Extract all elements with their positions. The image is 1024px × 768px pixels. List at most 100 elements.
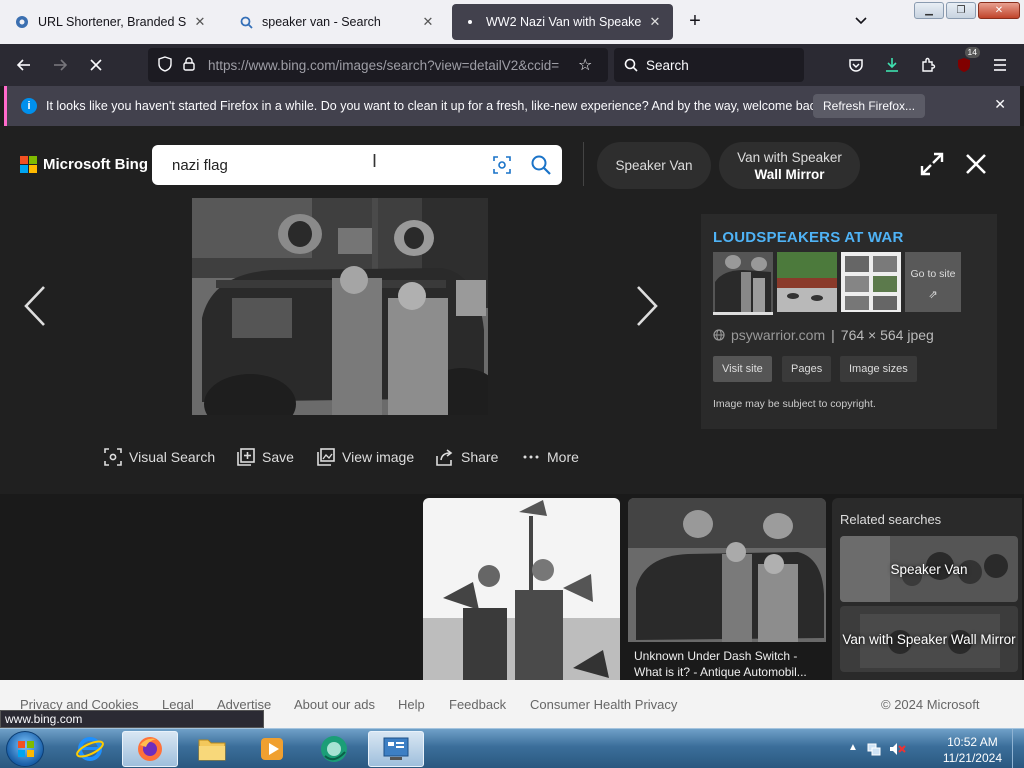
- status-url-tooltip: www.bing.com: [0, 710, 264, 728]
- pocket-icon[interactable]: [844, 53, 868, 77]
- tab-title: URL Shortener, Branded Short L: [38, 15, 186, 29]
- bing-header: Microsoft Bing nazi flag I Speaker Van V…: [0, 126, 1024, 198]
- footer-copyright: © 2024 Microsoft: [881, 697, 980, 712]
- image-dimensions: 764 × 564 jpeg: [840, 327, 934, 343]
- main-image[interactable]: [192, 198, 488, 415]
- explorer-folder-icon[interactable]: [184, 731, 240, 767]
- share-button[interactable]: Share: [436, 448, 498, 466]
- page-title-link[interactable]: LOUDSPEAKERS AT WAR: [713, 229, 903, 246]
- action-label: Visual Search: [129, 449, 216, 465]
- extensions-puzzle-icon[interactable]: [916, 53, 940, 77]
- footer-feedback-link[interactable]: Feedback: [449, 697, 506, 712]
- close-window-button[interactable]: ✕: [978, 2, 1020, 19]
- view-image-button[interactable]: View image: [317, 448, 414, 466]
- visit-site-button[interactable]: Visit site: [713, 356, 772, 382]
- network-icon[interactable]: [866, 741, 882, 757]
- action-label: More: [547, 449, 579, 465]
- search-icon[interactable]: [530, 154, 552, 176]
- search-bar[interactable]: Search: [614, 48, 804, 82]
- control-panel-icon[interactable]: [368, 731, 424, 767]
- pages-button[interactable]: Pages: [782, 356, 832, 382]
- save-button[interactable]: Save: [237, 448, 294, 466]
- source-row: psywarrior.com | 764 × 564 jpeg: [713, 327, 934, 343]
- thumbnail-2[interactable]: [777, 252, 837, 312]
- close-tab-icon[interactable]: ✕: [192, 14, 208, 30]
- search-icon: [238, 14, 254, 30]
- close-tab-icon[interactable]: ✕: [420, 14, 436, 30]
- close-notification-icon[interactable]: ✕: [994, 96, 1006, 113]
- search-bar-placeholder: Search: [646, 57, 689, 73]
- tracking-protection-shield-icon[interactable]: [154, 55, 176, 75]
- stop-loading-button[interactable]: [84, 53, 108, 77]
- next-image-arrow-icon[interactable]: [632, 281, 662, 331]
- bookmark-star-icon[interactable]: ☆: [578, 55, 592, 75]
- ublock-extension-icon[interactable]: 14: [952, 47, 980, 77]
- downloads-icon[interactable]: [880, 53, 904, 77]
- windows-logo-icon: [18, 741, 34, 757]
- more-button[interactable]: More: [522, 448, 579, 466]
- go-to-site-label: Go to site: [910, 268, 956, 280]
- microsoft-logo-icon: [20, 156, 37, 173]
- new-tab-button[interactable]: +: [684, 11, 706, 33]
- external-link-icon: ⇗: [928, 289, 938, 301]
- more-dots-icon: [523, 455, 539, 459]
- visual-search-icon: [104, 448, 122, 466]
- bing-image-detail-page: Microsoft Bing nazi flag I Speaker Van V…: [0, 126, 1024, 728]
- footer-about-ads-link[interactable]: About our ads: [294, 697, 375, 712]
- restore-button[interactable]: ❐: [946, 2, 976, 19]
- search-input[interactable]: nazi flag: [172, 157, 228, 174]
- tab-speaker-van-search[interactable]: speaker van - Search ✕: [228, 4, 446, 40]
- chip-speaker-van[interactable]: Speaker Van: [597, 142, 711, 189]
- bing-logo[interactable]: Microsoft Bing: [20, 156, 148, 173]
- firefox-icon[interactable]: [122, 731, 178, 767]
- close-tab-icon[interactable]: ✕: [647, 14, 663, 30]
- notification-text: It looks like you haven't started Firefo…: [46, 99, 826, 113]
- forward-button[interactable]: [48, 53, 72, 77]
- footer-health-privacy-link[interactable]: Consumer Health Privacy: [530, 697, 677, 712]
- source-site-link[interactable]: psywarrior.com: [731, 327, 825, 343]
- view-image-icon: [317, 448, 335, 466]
- action-label: Share: [461, 449, 499, 465]
- chrome-like-icon[interactable]: [306, 731, 362, 767]
- show-desktop-button[interactable]: [1012, 729, 1024, 768]
- close-viewer-icon[interactable]: [962, 150, 990, 178]
- back-button[interactable]: [12, 53, 36, 77]
- footer-help-link[interactable]: Help: [398, 697, 425, 712]
- address-bar[interactable]: https://www.bing.com/images/search?view=…: [148, 48, 608, 82]
- tab-ww2-nazi-van[interactable]: WW2 Nazi Van with Speaker - Se ✕: [452, 4, 673, 40]
- minimize-button[interactable]: ▁: [914, 2, 944, 19]
- refresh-firefox-button[interactable]: Refresh Firefox...: [813, 94, 926, 118]
- bing-search-box[interactable]: nazi flag I: [152, 145, 562, 185]
- dot-icon: [462, 14, 478, 30]
- related-search-speaker-van[interactable]: Speaker Van: [840, 536, 1018, 602]
- tab-title: WW2 Nazi Van with Speaker - Se: [486, 15, 641, 29]
- thumbnail-3[interactable]: [841, 252, 901, 312]
- tab-url-shortener[interactable]: URL Shortener, Branded Short L ✕: [4, 4, 218, 40]
- visual-search-button[interactable]: Visual Search: [104, 448, 215, 466]
- save-collection-icon: [237, 448, 255, 466]
- thumbnail-selected[interactable]: [713, 252, 773, 315]
- go-to-site-button[interactable]: Go to site ⇗: [905, 252, 961, 312]
- image-sizes-button[interactable]: Image sizes: [840, 356, 917, 382]
- related-search-label: Van with Speaker Wall Mirror: [842, 631, 1016, 647]
- ww2-speaker-van-photo: [192, 198, 488, 415]
- navigation-toolbar: https://www.bing.com/images/search?view=…: [0, 44, 1024, 86]
- hamburger-menu-icon[interactable]: [988, 53, 1012, 77]
- image-actions-row: Visual Search Save View image Share More: [0, 448, 700, 472]
- expand-icon[interactable]: [918, 150, 946, 178]
- chip-van-with-speaker-wall-mirror[interactable]: Van with Speaker Wall Mirror: [719, 142, 860, 189]
- ie-icon[interactable]: [62, 731, 118, 767]
- share-icon: [436, 449, 453, 466]
- previous-image-arrow-icon[interactable]: [20, 281, 50, 331]
- list-all-tabs-chevron-icon[interactable]: [854, 14, 868, 29]
- chip-label-line2: Wall Mirror: [754, 166, 825, 182]
- action-label: Save: [262, 449, 294, 465]
- volume-muted-icon[interactable]: [888, 741, 906, 757]
- start-button[interactable]: [6, 731, 44, 767]
- media-player-icon[interactable]: [244, 731, 300, 767]
- visual-search-camera-icon[interactable]: [492, 155, 512, 175]
- related-search-van-with-speaker-wall-mirror[interactable]: Van with Speaker Wall Mirror: [840, 606, 1018, 672]
- lock-icon[interactable]: [178, 56, 200, 74]
- show-hidden-icons-chevron-icon[interactable]: ▲: [848, 742, 858, 753]
- taskbar-clock[interactable]: 10:52 AM 11/21/2024: [943, 734, 1002, 766]
